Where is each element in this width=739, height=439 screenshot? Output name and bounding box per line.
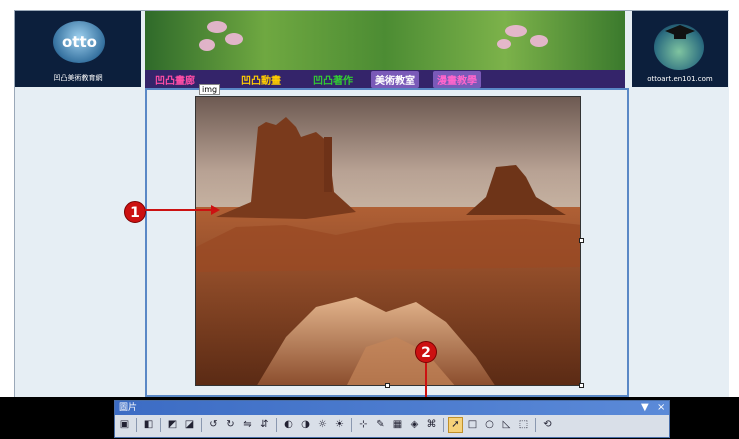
- toolbar-separator: [276, 418, 277, 432]
- callout-2: 2: [415, 341, 437, 363]
- flip-vertical-icon[interactable]: ⇵: [257, 417, 272, 433]
- resample-icon[interactable]: ⌘: [424, 417, 439, 433]
- img-tag-label: img: [199, 84, 221, 95]
- rectangle-hotspot-icon[interactable]: □: [465, 417, 480, 433]
- bring-forward-icon[interactable]: ◩: [165, 417, 180, 433]
- toolbar-title: 圖片: [119, 403, 138, 413]
- nav-item-comics[interactable]: 漫畫教學: [433, 70, 481, 88]
- more-brightness-icon[interactable]: ☼: [315, 417, 330, 433]
- left-logo-label: 凹凸美術教育網: [53, 74, 103, 82]
- nav-item-works[interactable]: 凹凸著作: [309, 71, 357, 88]
- callout-1: 1: [124, 201, 146, 223]
- insert-picture-icon[interactable]: ▣: [117, 417, 132, 433]
- send-backward-icon[interactable]: ◪: [182, 417, 197, 433]
- flower-decoration: [505, 25, 527, 37]
- toolbar-options-icon[interactable]: ▼: [641, 401, 649, 415]
- flower-decoration: [497, 39, 511, 49]
- select-icon[interactable]: ➚: [448, 417, 463, 433]
- selected-image[interactable]: [195, 96, 581, 386]
- callout-1-arrow: [145, 205, 220, 215]
- rotate-right-icon[interactable]: ↻: [223, 417, 238, 433]
- toolbar-separator: [535, 418, 536, 432]
- graduation-cap-icon: [665, 25, 695, 39]
- bevel-icon[interactable]: ▦: [390, 417, 405, 433]
- picture-toolbar: 圖片 ▼ × ▣ ◧ ◩ ◪ ↺ ↻ ⇋ ⇵ ◐ ◑ ☼ ☀ ⊹ ✎ ▦ ◈ ⌘ ➚ □ ○ ◺ ⬚ ⟲: [114, 400, 670, 438]
- left-logo-panel: otto 凹凸美術教育網: [15, 11, 141, 87]
- monument-valley-photo: [196, 97, 580, 385]
- recolor-icon[interactable]: ✎: [373, 417, 388, 433]
- less-brightness-icon[interactable]: ☀: [332, 417, 347, 433]
- restore-icon[interactable]: ⟲: [540, 417, 555, 433]
- toolbar-separator: [351, 418, 352, 432]
- rotate-left-icon[interactable]: ↺: [206, 417, 221, 433]
- less-contrast-icon[interactable]: ◑: [298, 417, 313, 433]
- close-icon[interactable]: ×: [657, 401, 665, 415]
- resize-handle-right[interactable]: [579, 238, 584, 243]
- logo-mark: otto: [62, 33, 97, 51]
- flower-decoration: [207, 21, 227, 33]
- resize-handle-bottom[interactable]: [385, 383, 390, 388]
- flip-horizontal-icon[interactable]: ⇋: [240, 417, 255, 433]
- toolbar-title-bar[interactable]: 圖片: [115, 401, 669, 415]
- toolbar-separator: [443, 418, 444, 432]
- toolbar-separator: [201, 418, 202, 432]
- flower-decoration: [225, 33, 243, 45]
- resize-handle-bottom-right[interactable]: [579, 383, 584, 388]
- right-logo-label: ottoart.en101.com: [647, 75, 713, 83]
- circle-hotspot-icon[interactable]: ○: [482, 417, 497, 433]
- toolbar-separator: [160, 418, 161, 432]
- crop-icon[interactable]: ⊹: [356, 417, 371, 433]
- polygon-hotspot-icon[interactable]: ◺: [499, 417, 514, 433]
- color-icon[interactable]: ◧: [141, 417, 156, 433]
- more-contrast-icon[interactable]: ◐: [281, 417, 296, 433]
- flower-decoration: [530, 35, 548, 47]
- header-banner: [145, 11, 625, 73]
- highlight-hotspots-icon[interactable]: ⬚: [516, 417, 531, 433]
- toolbar-separator: [136, 418, 137, 432]
- flower-decoration: [199, 39, 215, 51]
- nav-item-animation[interactable]: 凹凸動畫: [237, 71, 285, 88]
- nav-item-gallery[interactable]: 凹凸畫廊: [151, 71, 199, 88]
- toolbar-buttons: ▣ ◧ ◩ ◪ ↺ ↻ ⇋ ⇵ ◐ ◑ ☼ ☀ ⊹ ✎ ▦ ◈ ⌘ ➚ □ ○ ◺ ⬚ ⟲: [117, 417, 555, 433]
- set-transparent-color-icon[interactable]: ◈: [407, 417, 422, 433]
- right-logo-panel: ottoart.en101.com: [632, 11, 728, 87]
- nav-item-classroom[interactable]: 美術教室: [371, 70, 419, 88]
